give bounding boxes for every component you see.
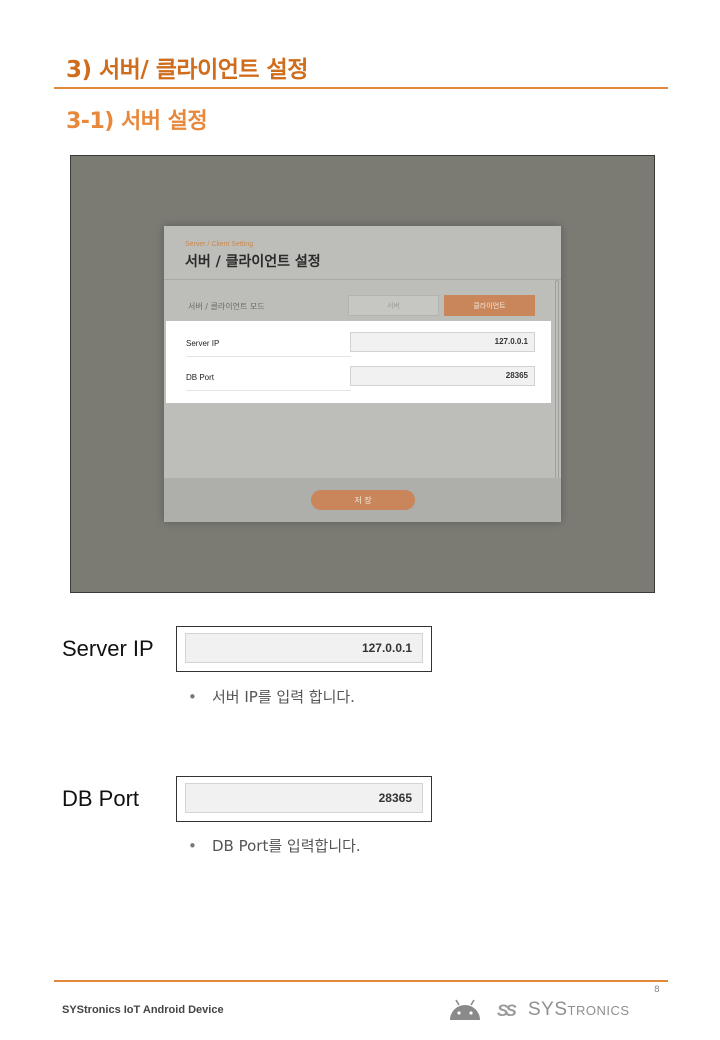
server-ip-input[interactable]: 127.0.0.1 bbox=[350, 332, 535, 352]
connection-fields-panel: Server IP 127.0.0.1 DB Port 28365 bbox=[166, 321, 551, 403]
mode-label: 서버 / 클라이언트 모드 bbox=[188, 302, 265, 311]
dialog-scrollbar[interactable] bbox=[555, 280, 559, 480]
settings-dialog: Server / Client Setting 서버 / 클라이언트 설정 서버… bbox=[164, 226, 561, 522]
server-ip-label: Server IP bbox=[186, 339, 220, 348]
server-ip-note: • 서버 IP를 입력 합니다. bbox=[188, 686, 355, 707]
dialog-divider bbox=[164, 279, 561, 280]
server-ip-detail-input: 127.0.0.1 bbox=[185, 633, 423, 663]
server-ip-detail-box: 127.0.0.1 bbox=[176, 626, 432, 672]
db-port-detail-box: 28365 bbox=[176, 776, 432, 822]
server-ip-detail-label: Server IP bbox=[62, 636, 154, 661]
db-port-detail-label: DB Port bbox=[62, 786, 140, 811]
brand-text-small: TRONICS bbox=[567, 1003, 630, 1018]
android-icon bbox=[450, 999, 480, 1020]
db-port-note-text: DB Port를 입력합니다. bbox=[212, 837, 361, 855]
brand-text-large: SYS bbox=[528, 999, 568, 1020]
settings-screenshot: Server / Client Setting 서버 / 클라이언트 설정 서버… bbox=[70, 155, 655, 593]
dialog-subtitle: Server / Client Setting bbox=[185, 241, 254, 248]
footer-divider bbox=[54, 980, 668, 982]
db-port-detail-input: 28365 bbox=[185, 783, 423, 813]
row-divider bbox=[186, 390, 351, 391]
row-divider bbox=[186, 356, 351, 357]
brand-logo-mark: SS bbox=[497, 1001, 517, 1020]
page-number: 8 bbox=[654, 985, 660, 995]
server-mode-button[interactable]: 서버 bbox=[348, 295, 439, 316]
page-heading: 3) 서버/ 클라이언트 설정 bbox=[66, 57, 308, 83]
server-ip-note-text: 서버 IP를 입력 합니다. bbox=[212, 688, 355, 706]
bullet-marker: • bbox=[188, 688, 197, 706]
section-heading: 3-1) 서버 설정 bbox=[66, 109, 208, 134]
db-port-input[interactable]: 28365 bbox=[350, 366, 535, 386]
save-button[interactable]: 저 장 bbox=[311, 490, 415, 510]
client-mode-button[interactable]: 클라이언트 bbox=[444, 295, 535, 316]
db-port-note: • DB Port를 입력합니다. bbox=[188, 835, 361, 856]
document-title: SYStronics IoT Android Device bbox=[62, 1004, 224, 1016]
db-port-label: DB Port bbox=[186, 373, 215, 382]
brand-logo-text: SYSTRONICS bbox=[528, 999, 630, 1021]
dialog-title: 서버 / 클라이언트 설정 bbox=[185, 254, 321, 270]
heading-divider bbox=[54, 87, 668, 89]
bullet-marker: • bbox=[188, 837, 197, 855]
